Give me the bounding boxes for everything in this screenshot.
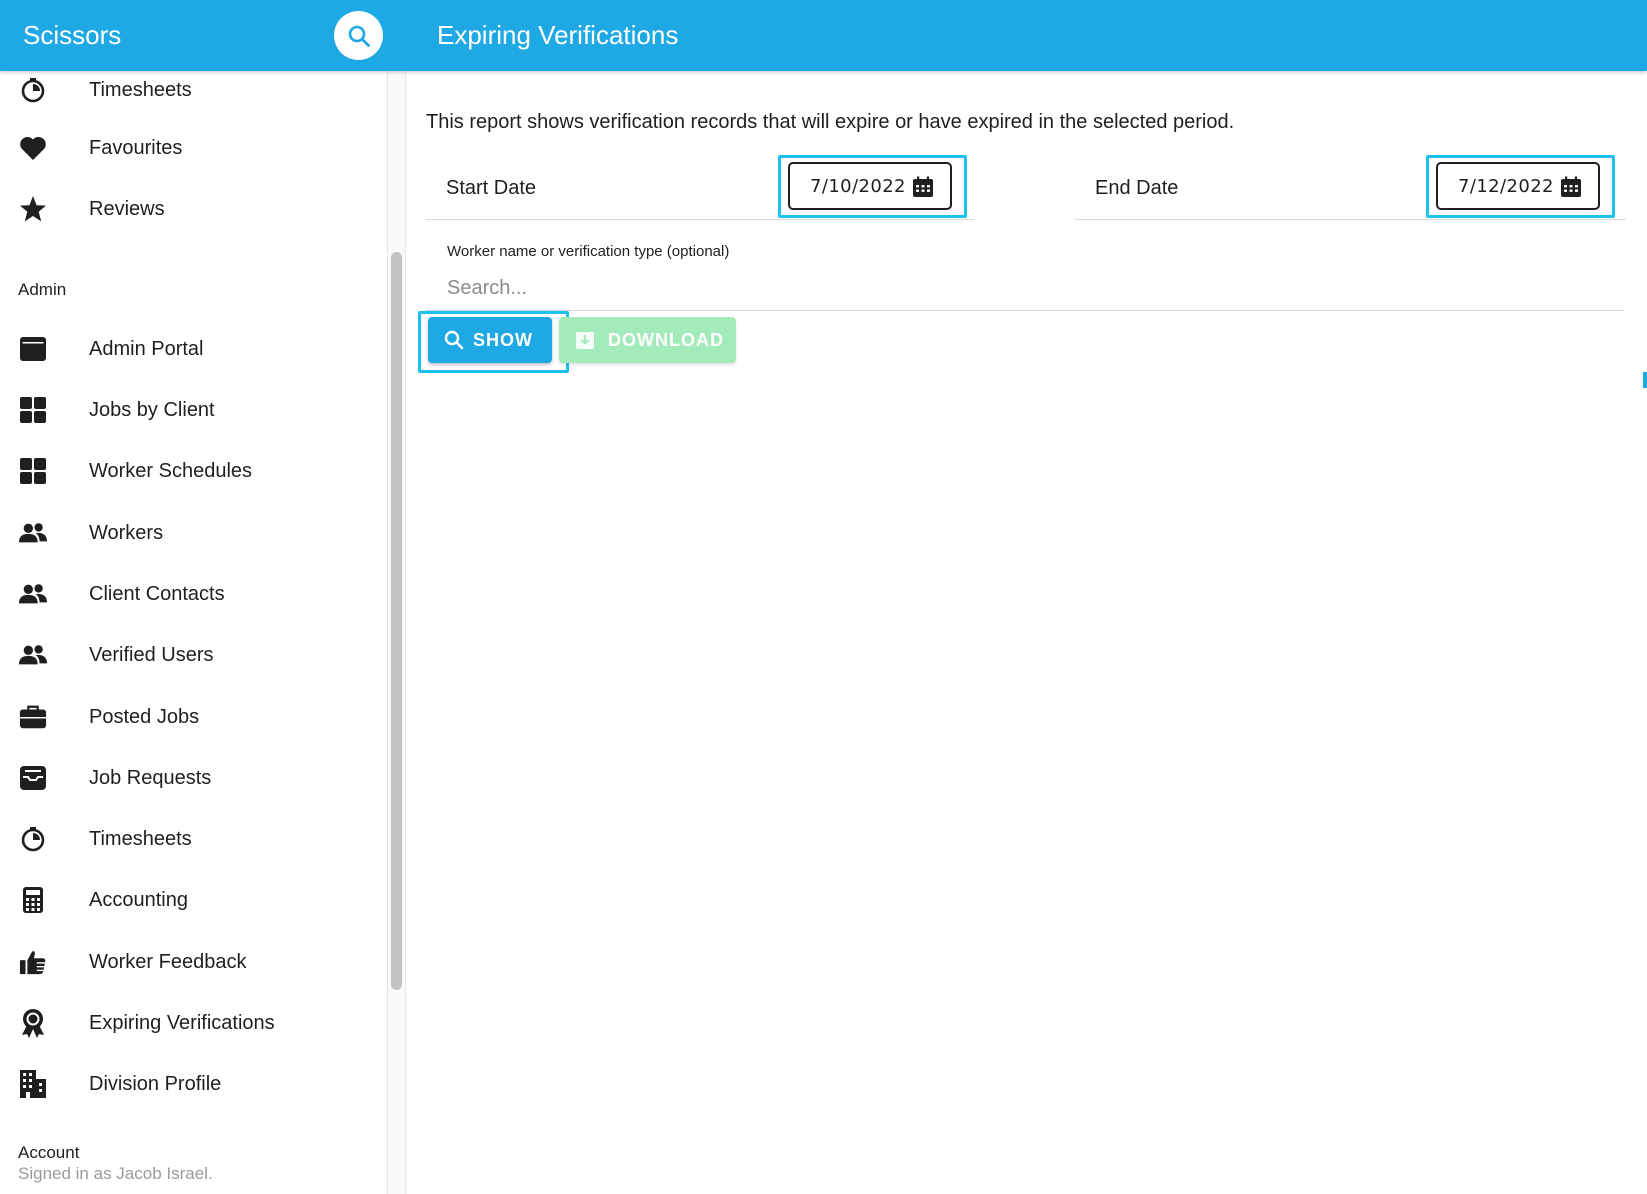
sidebar-item-verified-users[interactable]: Verified Users bbox=[0, 630, 387, 680]
sidebar-item-admin-portal[interactable]: Admin Portal bbox=[0, 324, 387, 374]
download-icon bbox=[576, 332, 594, 349]
sidebar-item-accounting[interactable]: Accounting bbox=[0, 875, 387, 925]
search-icon bbox=[348, 25, 370, 47]
grid-icon bbox=[19, 396, 47, 424]
award-icon bbox=[19, 1009, 47, 1038]
browser-window-icon bbox=[19, 335, 47, 363]
sidebar-item-label: Verified Users bbox=[89, 643, 214, 666]
sidebar-item-label: Worker Feedback bbox=[89, 950, 247, 973]
page-title: Expiring Verifications bbox=[437, 20, 679, 50]
sidebar: Timesheets Favourites Reviews Admin Admi… bbox=[0, 71, 388, 1194]
worker-search-input[interactable] bbox=[426, 267, 1624, 311]
stopwatch-icon bbox=[19, 76, 47, 104]
users-icon bbox=[19, 519, 47, 547]
sidebar-item-label: Expiring Verifications bbox=[89, 1011, 275, 1034]
sidebar-item-reviews[interactable]: Reviews bbox=[0, 184, 387, 234]
sidebar-item-label: Favourites bbox=[89, 136, 183, 159]
end-date-input[interactable]: 7/12/2022 bbox=[1436, 162, 1600, 210]
heart-icon bbox=[19, 134, 47, 162]
account-section-header: Account bbox=[18, 1143, 80, 1162]
star-icon bbox=[19, 195, 47, 223]
end-date-label: End Date bbox=[1095, 177, 1179, 199]
end-date-value: 7/12/2022 bbox=[1458, 175, 1554, 197]
sidebar-item-posted-jobs[interactable]: Posted Jobs bbox=[0, 692, 387, 742]
sidebar-item-client-contacts[interactable]: Client Contacts bbox=[0, 569, 387, 619]
start-date-label: Start Date bbox=[446, 177, 537, 199]
inbox-icon bbox=[19, 764, 47, 792]
sidebar-item-timesheets[interactable]: Timesheets bbox=[0, 71, 387, 115]
stopwatch-icon bbox=[19, 825, 47, 853]
sidebar-item-job-requests[interactable]: Job Requests bbox=[0, 753, 387, 803]
sidebar-item-worker-schedules[interactable]: Worker Schedules bbox=[0, 446, 387, 496]
sidebar-item-label: Jobs by Client bbox=[89, 398, 215, 421]
main-content: This report shows verification records t… bbox=[406, 71, 1647, 1194]
sidebar-item-label: Worker Schedules bbox=[89, 459, 253, 482]
calendar-icon[interactable] bbox=[1560, 176, 1582, 198]
signed-in-text: Signed in as Jacob Israel. bbox=[18, 1164, 213, 1183]
calendar-icon[interactable] bbox=[912, 176, 934, 198]
sidebar-item-label: Accounting bbox=[89, 888, 188, 911]
search-icon bbox=[444, 330, 464, 350]
download-button-label: DOWNLOAD bbox=[608, 329, 724, 350]
app-header: Scissors Expiring Verifications bbox=[0, 0, 1647, 71]
briefcase-icon bbox=[19, 703, 47, 731]
grid-icon bbox=[19, 457, 47, 485]
users-icon bbox=[19, 641, 47, 669]
download-button[interactable]: DOWNLOAD bbox=[559, 317, 736, 363]
search-field-label: Worker name or verification type (option… bbox=[447, 243, 730, 260]
sidebar-item-label: Reviews bbox=[89, 197, 165, 220]
sidebar-item-label: Division Profile bbox=[89, 1072, 222, 1095]
users-icon bbox=[19, 580, 47, 608]
sidebar-scrollbar-thumb[interactable] bbox=[391, 252, 402, 990]
sidebar-item-label: Timesheets bbox=[89, 78, 192, 101]
calculator-icon bbox=[19, 886, 47, 914]
sidebar-item-jobs-by-client[interactable]: Jobs by Client bbox=[0, 385, 387, 435]
sidebar-item-worker-feedback[interactable]: Worker Feedback bbox=[0, 937, 387, 987]
report-description: This report shows verification records t… bbox=[426, 111, 1235, 133]
show-button[interactable]: SHOW bbox=[428, 317, 552, 363]
sidebar-item-label: Job Requests bbox=[89, 766, 212, 789]
sidebar-item-workers[interactable]: Workers bbox=[0, 508, 387, 558]
sidebar-item-timesheets-admin[interactable]: Timesheets bbox=[0, 814, 387, 864]
sidebar-item-favourites[interactable]: Favourites bbox=[0, 123, 387, 173]
sidebar-item-label: Workers bbox=[89, 521, 164, 544]
thumbs-up-icon bbox=[19, 948, 47, 976]
app-title: Scissors bbox=[23, 20, 122, 50]
start-date-input[interactable]: 7/10/2022 bbox=[788, 162, 952, 210]
sidebar-item-label: Admin Portal bbox=[89, 337, 204, 360]
edge-indicator bbox=[1643, 372, 1647, 388]
sidebar-item-label: Timesheets bbox=[89, 827, 192, 850]
sidebar-item-label: Client Contacts bbox=[89, 582, 225, 605]
sidebar-item-division-profile[interactable]: Division Profile bbox=[0, 1059, 387, 1109]
show-button-label: SHOW bbox=[473, 329, 533, 350]
admin-section-header: Admin bbox=[18, 280, 67, 299]
sidebar-item-label: Posted Jobs bbox=[89, 705, 200, 728]
global-search-button[interactable] bbox=[334, 11, 383, 60]
sidebar-item-expiring-verifications[interactable]: Expiring Verifications bbox=[0, 998, 387, 1048]
building-icon bbox=[19, 1070, 47, 1098]
start-date-value: 7/10/2022 bbox=[810, 175, 906, 197]
